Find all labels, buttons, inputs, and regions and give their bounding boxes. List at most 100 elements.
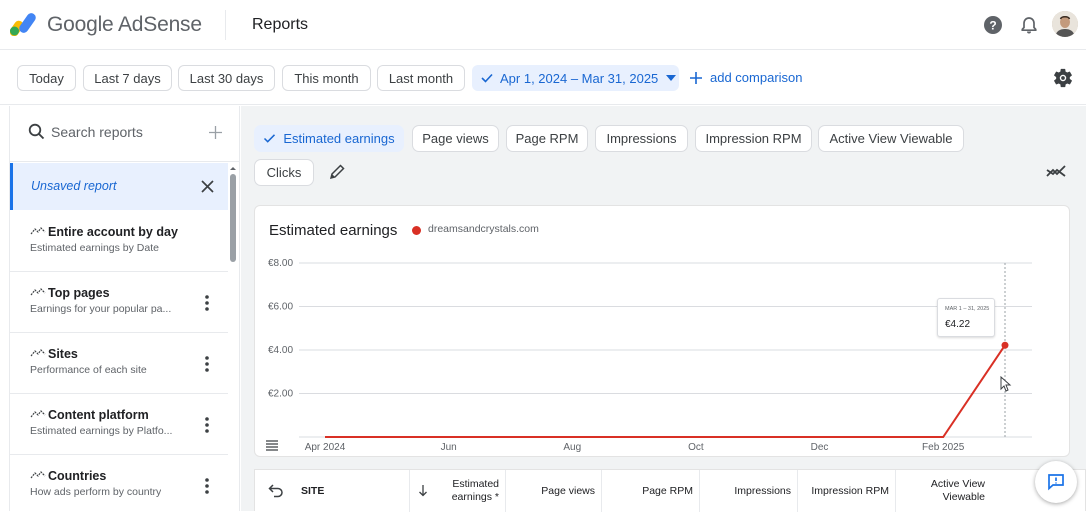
date-range-label: Apr 1, 2024 – Mar 31, 2025 [500,70,659,86]
column-impressions[interactable]: Impressions [699,470,797,512]
preset-this-month[interactable]: This month [282,65,371,91]
metric-clicks[interactable]: Clicks [254,159,314,186]
report-name: Countries [48,469,107,483]
unsaved-report-label: Unsaved report [31,179,117,193]
report-name: Content platform [48,408,149,422]
search-reports-input[interactable]: Search reports [51,124,143,140]
x-tick-label: Dec [811,442,829,453]
trend-icon [30,410,46,418]
metric-estimated-earnings[interactable]: Estimated earnings [254,125,404,152]
report-name: Top pages [48,286,110,300]
plus-icon [690,71,702,84]
column-site[interactable]: SITE [301,470,409,512]
edit-pencil-icon[interactable] [328,163,346,181]
column-page-rpm[interactable]: Page RPM [601,470,699,512]
unsaved-report-item[interactable]: Unsaved report [10,163,228,210]
column-label: Active View Viewable [930,478,985,503]
mouse-cursor-icon [1000,376,1012,392]
more-vert-icon[interactable] [200,355,214,373]
report-name: Entire account by day [48,225,178,239]
column-label: Estimated earnings * [451,478,499,503]
report-description: Estimated earnings by Platfo... [30,425,173,437]
tooltip-value: €4.22 [945,319,971,330]
report-name: Sites [48,347,78,361]
check-icon [264,134,276,143]
add-comparison-button[interactable]: add comparison [690,70,803,85]
preset-last-30-days[interactable]: Last 30 days [178,65,275,91]
report-item-top-pages[interactable]: Top pages Earnings for your popular pa..… [10,272,228,333]
report-item-content-platform[interactable]: Content platform Estimated earnings by P… [10,394,228,455]
report-description: Earnings for your popular pa... [30,303,172,315]
y-tick-label: €2.00 [268,389,293,400]
reports-sidebar: Search reports Unsaved report Entire acc… [10,106,240,516]
add-comparison-label: add comparison [710,70,803,85]
left-rail [0,106,10,511]
chart-type-icon[interactable] [1045,162,1067,180]
x-tick-label: Aug [563,442,581,453]
tooltip-period: MAR 1 – 31, 2025 [945,306,990,312]
check-icon [481,73,493,83]
more-vert-icon[interactable] [200,294,214,312]
svg-text:?: ? [989,19,996,33]
metric-label: Estimated earnings [283,131,395,146]
report-item-countries[interactable]: Countries How ads perform by country [10,455,228,516]
search-icon [28,123,45,140]
report-description: How ads perform by country [30,486,162,498]
trend-icon [30,288,46,296]
top-bar: Google AdSense Reports ? [0,0,1086,50]
series-line [325,344,1006,438]
y-tick-label: €6.00 [268,302,293,313]
notifications-icon[interactable] [1018,14,1040,36]
add-report-icon[interactable] [209,126,222,139]
date-range-picker[interactable]: Apr 1, 2024 – Mar 31, 2025 [472,65,679,91]
feedback-button[interactable] [1035,461,1077,503]
dropdown-arrow-icon [666,75,677,81]
trend-icon [30,227,46,235]
trend-icon [30,349,46,357]
close-icon[interactable] [201,180,214,193]
x-tick-label: Feb 2025 [922,442,965,453]
back-arrow-icon[interactable] [268,483,284,498]
preset-last-7-days[interactable]: Last 7 days [83,65,172,91]
y-tick-label: €4.00 [268,345,293,356]
sort-down-icon [419,485,427,497]
report-item-entire-account[interactable]: Entire account by day Estimated earnings… [10,211,228,272]
divider [225,10,226,40]
trend-icon [30,471,46,479]
column-impression-rpm[interactable]: Impression RPM [797,470,895,512]
metric-impressions[interactable]: Impressions [595,125,688,152]
column-page-views[interactable]: Page views [505,470,601,512]
report-item-sites[interactable]: Sites Performance of each site [10,333,228,394]
adsense-logo[interactable] [10,12,38,36]
report-description: Estimated earnings by Date [30,242,159,254]
more-vert-icon[interactable] [200,477,214,495]
help-icon[interactable]: ? [982,14,1004,36]
date-filter-bar: Today Last 7 days Last 30 days This mont… [0,51,1086,105]
x-tick-label: Apr 2024 [305,442,346,453]
feedback-icon [1048,474,1064,491]
y-tick-label: €8.00 [268,258,293,269]
metric-active-view-viewable[interactable]: Active View Viewable [818,125,964,152]
column-active-view-viewable[interactable]: Active View Viewable [895,470,991,512]
scrollbar-thumb[interactable] [230,174,236,262]
chart-tooltip: MAR 1 – 31, 2025 €4.22 [937,298,995,337]
metric-page-rpm[interactable]: Page RPM [506,125,588,152]
settings-gear-icon[interactable] [1052,67,1074,89]
report-table-header: SITE Estimated earnings * Page views Pag… [254,469,1086,512]
search-reports[interactable]: Search reports [10,106,240,162]
preset-last-month[interactable]: Last month [377,65,465,91]
x-tick-label: Jun [441,442,457,453]
x-tick-label: Oct [688,442,704,453]
chart-card: Estimated earnings dreamsandcrystals.com… [254,205,1070,457]
legend-menu-icon[interactable] [266,440,278,451]
more-vert-icon[interactable] [200,416,214,434]
data-point [1001,341,1009,349]
page-title: Reports [252,16,309,33]
avatar[interactable] [1052,11,1078,37]
metric-impression-rpm[interactable]: Impression RPM [695,125,812,152]
metric-page-views[interactable]: Page views [412,125,499,152]
preset-today[interactable]: Today [17,65,76,91]
report-description: Performance of each site [30,364,147,376]
column-estimated-earnings[interactable]: Estimated earnings * [409,470,505,512]
brand-name: Google AdSense [47,13,202,36]
